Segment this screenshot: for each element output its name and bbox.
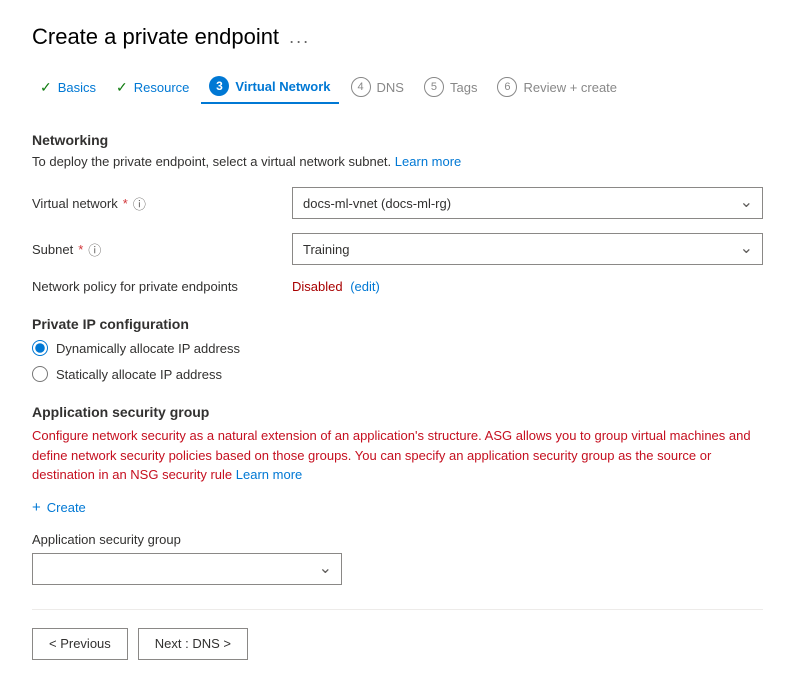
app-security-description: Configure network security as a natural … (32, 426, 763, 485)
page-title: Create a private endpoint (32, 24, 279, 50)
subnet-control: Training (292, 233, 763, 265)
app-security-learn-more-link[interactable]: Learn more (236, 467, 302, 482)
virtual-network-control: docs-ml-vnet (docs-ml-rg) (292, 187, 763, 219)
virtual-network-label: Virtual network * ⓘ (32, 194, 292, 213)
app-sg-select[interactable] (32, 553, 342, 585)
subnet-select-wrapper: Training (292, 233, 763, 265)
static-ip-radio[interactable] (32, 366, 48, 382)
required-asterisk: * (123, 196, 128, 211)
previous-button[interactable]: < Previous (32, 628, 128, 660)
network-policy-row: Network policy for private endpoints Dis… (32, 279, 763, 294)
app-security-title: Application security group (32, 404, 763, 420)
networking-learn-more-link[interactable]: Learn more (395, 154, 461, 169)
plus-icon: + (32, 499, 41, 516)
dynamic-ip-label: Dynamically allocate IP address (56, 341, 240, 356)
step-resource[interactable]: ✓ Resource (108, 73, 197, 102)
subnet-label: Subnet * ⓘ (32, 240, 292, 259)
page-title-dots: ... (289, 27, 310, 48)
virtual-network-select[interactable]: docs-ml-vnet (docs-ml-rg) (292, 187, 763, 219)
step-dns-label: DNS (377, 80, 404, 95)
footer-divider (32, 609, 763, 610)
static-ip-label: Statically allocate IP address (56, 367, 222, 382)
virtual-network-row: Virtual network * ⓘ docs-ml-vnet (docs-m… (32, 187, 763, 219)
ip-config-section: Private IP configuration Dynamically all… (32, 316, 763, 382)
networking-description: To deploy the private endpoint, select a… (32, 154, 763, 169)
step-review-number: 6 (497, 77, 517, 97)
subnet-select[interactable]: Training (292, 233, 763, 265)
ip-config-title: Private IP configuration (32, 316, 763, 332)
step-tags-label: Tags (450, 80, 477, 95)
app-sg-label: Application security group (32, 532, 763, 547)
step-virtual-network-label: Virtual Network (235, 79, 330, 94)
step-virtual-network-number: 3 (209, 76, 229, 96)
network-policy-edit-link[interactable]: (edit) (350, 279, 380, 294)
static-ip-option[interactable]: Statically allocate IP address (32, 366, 763, 382)
check-icon: ✓ (40, 79, 52, 96)
subnet-info-icon[interactable]: ⓘ (88, 240, 101, 259)
network-policy-value: Disabled (edit) (292, 279, 380, 294)
step-basics-label: Basics (58, 80, 96, 95)
app-security-section: Application security group Configure net… (32, 404, 763, 585)
step-virtual-network[interactable]: 3 Virtual Network (201, 70, 338, 104)
networking-section: Networking To deploy the private endpoin… (32, 132, 763, 294)
create-asg-link[interactable]: + Create (32, 499, 763, 516)
page-header: Create a private endpoint ... (32, 24, 763, 50)
subnet-required-asterisk: * (78, 242, 83, 257)
virtual-network-info-icon[interactable]: ⓘ (133, 194, 146, 213)
step-review-label: Review + create (523, 80, 617, 95)
step-dns-number: 4 (351, 77, 371, 97)
next-button[interactable]: Next : DNS > (138, 628, 248, 660)
subnet-row: Subnet * ⓘ Training (32, 233, 763, 265)
check-icon-2: ✓ (116, 79, 128, 96)
create-asg-label: Create (47, 500, 86, 515)
ip-config-radio-group: Dynamically allocate IP address Statical… (32, 340, 763, 382)
wizard-steps: ✓ Basics ✓ Resource 3 Virtual Network 4 … (32, 70, 763, 104)
step-tags[interactable]: 5 Tags (416, 71, 485, 103)
network-policy-label: Network policy for private endpoints (32, 279, 292, 294)
virtual-network-select-wrapper: docs-ml-vnet (docs-ml-rg) (292, 187, 763, 219)
dynamic-ip-radio[interactable] (32, 340, 48, 356)
step-dns[interactable]: 4 DNS (343, 71, 412, 103)
footer-buttons: < Previous Next : DNS > (32, 628, 763, 660)
step-basics[interactable]: ✓ Basics (32, 73, 104, 102)
networking-title: Networking (32, 132, 763, 148)
step-review-create[interactable]: 6 Review + create (489, 71, 625, 103)
dynamic-ip-option[interactable]: Dynamically allocate IP address (32, 340, 763, 356)
step-tags-number: 5 (424, 77, 444, 97)
step-resource-label: Resource (134, 80, 190, 95)
app-sg-select-wrapper (32, 553, 342, 585)
